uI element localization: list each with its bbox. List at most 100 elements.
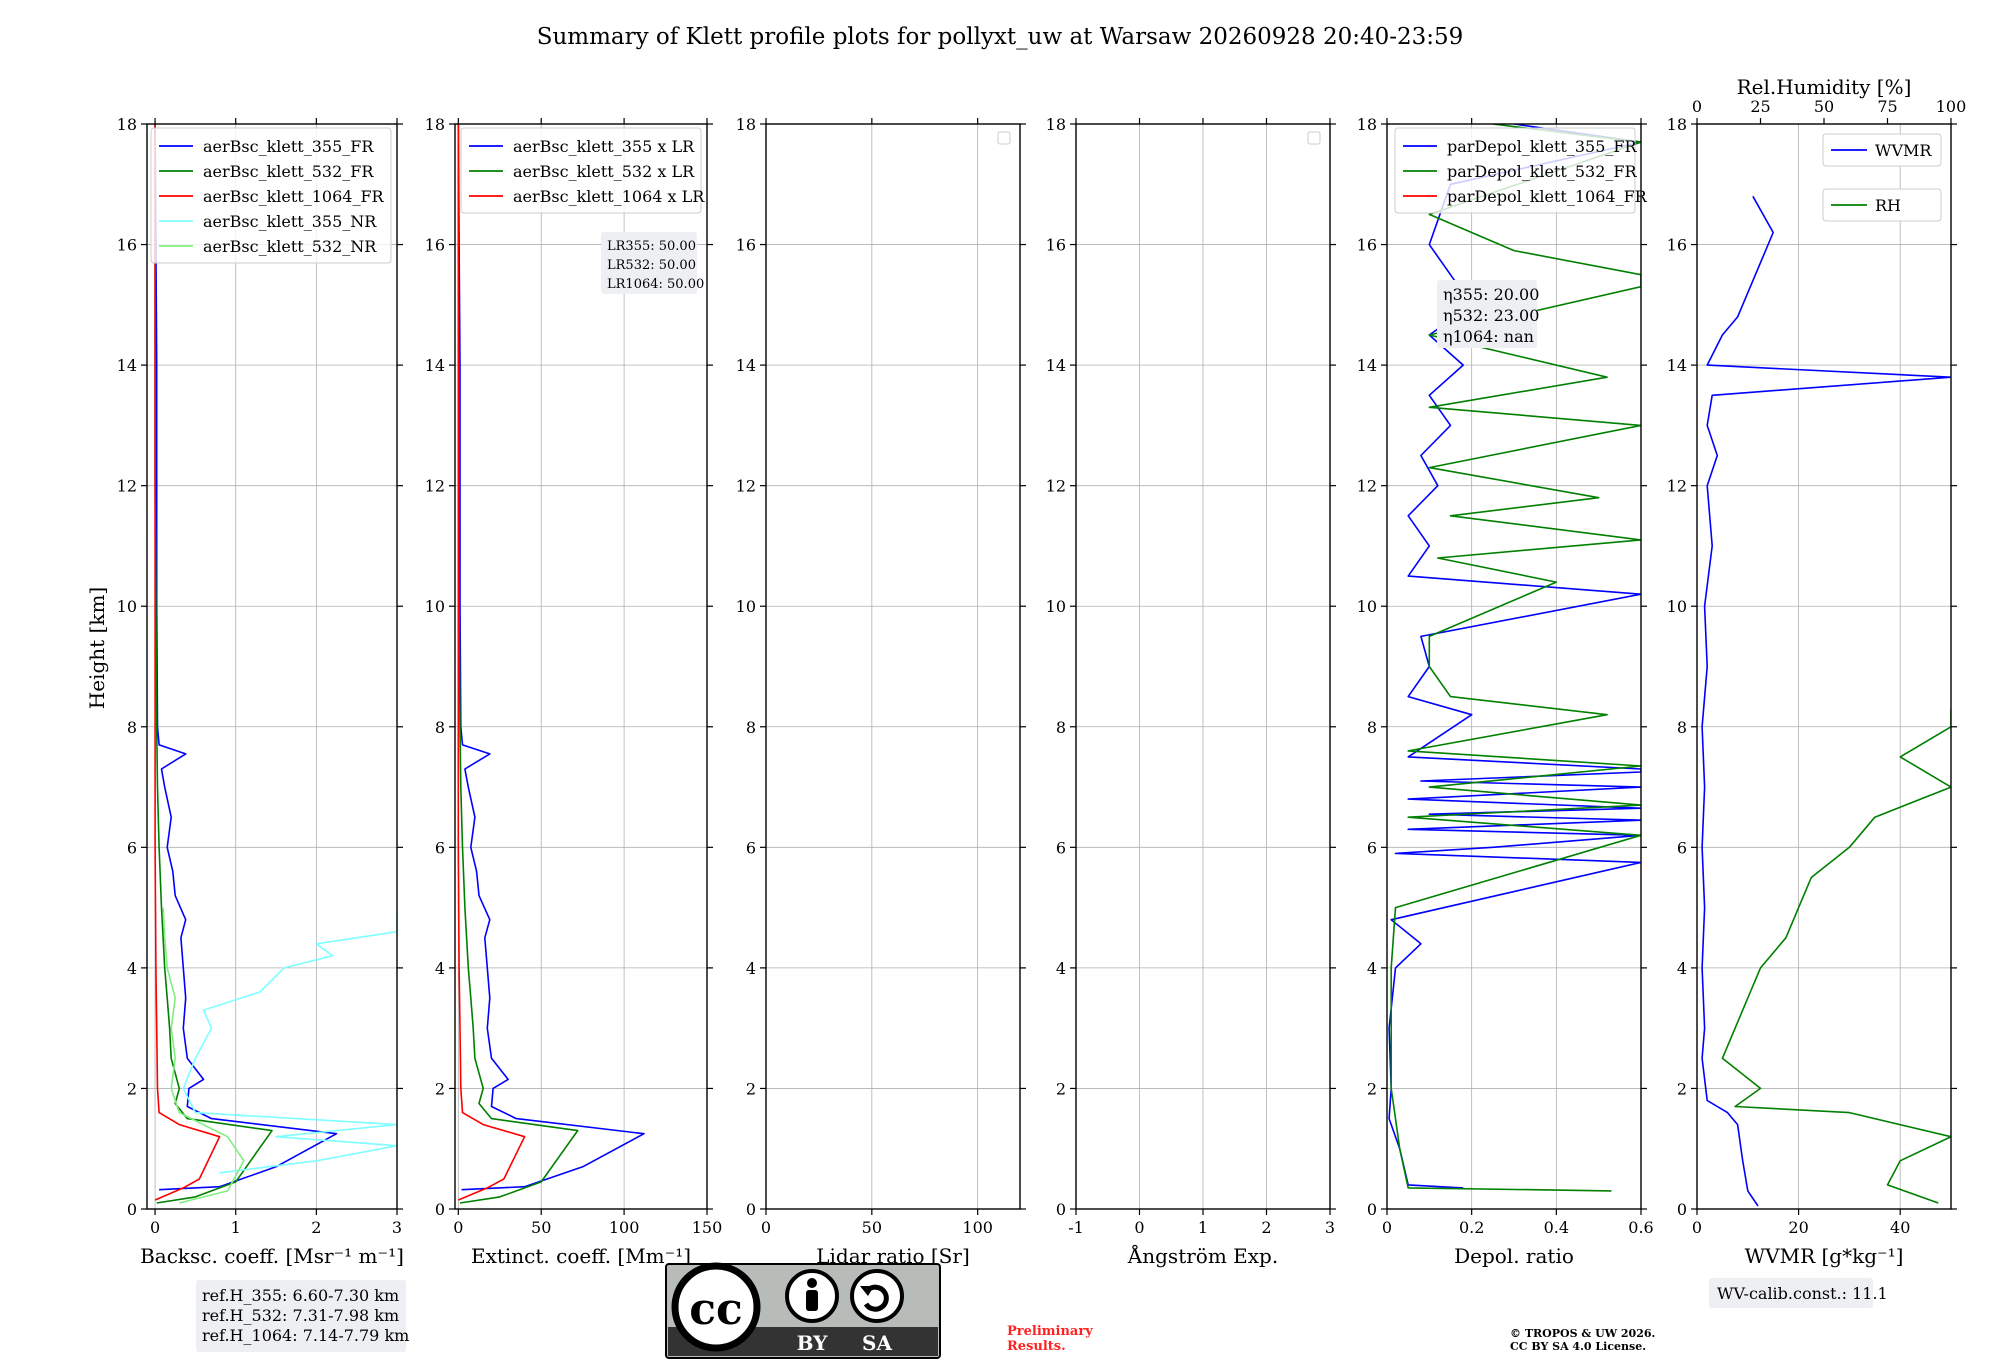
y-tick-label: 4 xyxy=(127,959,137,978)
series-line-RH xyxy=(1721,708,1951,1204)
lidar-ratio-info: LR355: 50.00 LR532: 50.00 LR1064: 50.00 xyxy=(601,232,704,294)
grid-wvmr: 0 2 4 6 8 10 12 14 16 18 0 20 40 0 25 50 75 100 Rel.Humidi… xyxy=(1667,75,1967,1237)
x-axis-label-backscatter: Backsc. coeff. [Msr⁻¹ m⁻¹] xyxy=(140,1244,404,1268)
ref-height-532: ref.H_532: 7.31-7.98 km xyxy=(202,1306,399,1325)
legend-label: aerBsc_klett_355 x LR xyxy=(513,137,695,156)
by-icon-head xyxy=(807,1278,817,1288)
by-icon-body xyxy=(806,1290,818,1311)
y-tick-label: 16 xyxy=(1357,236,1377,255)
series-line-aerBsc_klett_532 x LR xyxy=(457,124,579,1204)
y-tick-label: 0 xyxy=(746,1200,756,1219)
y-tick-label: 6 xyxy=(1677,838,1687,857)
y-tick-label: 0 xyxy=(127,1200,137,1219)
y-tick-label: 14 xyxy=(1357,356,1377,375)
ref-height-1064: ref.H_1064: 7.14-7.79 km xyxy=(202,1326,409,1345)
y-tick-label: 18 xyxy=(117,115,137,134)
cc-text: cc xyxy=(689,1284,743,1335)
legend-label: parDepol_klett_355_FR xyxy=(1447,137,1638,156)
legend-depol: parDepol_klett_355_FR parDepol_klett_532_… xyxy=(1394,127,1648,214)
legend-extinction: aerBsc_klett_355 x LR aerBsc_klett_532 x … xyxy=(460,127,705,214)
grid-angstrom: 024681012141618-1 0 1 2 3 xyxy=(1046,115,1336,1237)
y-tick-label: 10 xyxy=(117,597,137,616)
x-tick-label: 40 xyxy=(1890,1218,1910,1237)
x-axis-label-extinction: Extinct. coeff. [Mm⁻¹] xyxy=(471,1244,691,1268)
series-line-aerBsc_klett_1064_FR xyxy=(154,124,221,1201)
y-tick-label: 6 xyxy=(1367,838,1377,857)
y-tick-label: 2 xyxy=(1056,1079,1066,1098)
by-label: BY xyxy=(797,1331,829,1355)
y-tick-label: 0 xyxy=(1367,1200,1377,1219)
x-tick-label: 0 xyxy=(1692,1218,1702,1237)
panel-depol: 0 2 4 6 8 10 12 14 16 18 0 0.2 0.4 0.6 Depol. ratio par… xyxy=(1357,115,1654,1268)
series-line-aerBsc_klett_355_FR xyxy=(154,124,338,1191)
x-axis-label-depol: Depol. ratio xyxy=(1454,1244,1574,1268)
x-tick-label: 2 xyxy=(311,1218,321,1237)
legend-backscatter: aerBsc_klett_355_FR aerBsc_klett_532_FRae… xyxy=(150,127,392,264)
axes-frame-backscatter xyxy=(146,123,398,1210)
y-tick-label: 12 xyxy=(1667,477,1687,496)
y-tick-label: 12 xyxy=(117,477,137,496)
y-tick-label: 18 xyxy=(425,115,445,134)
y-tick-label: 4 xyxy=(1056,959,1066,978)
y-tick-label: 10 xyxy=(425,597,445,616)
y-tick-label: 12 xyxy=(736,477,756,496)
y-tick-label: 18 xyxy=(1667,115,1687,134)
y-tick-label: 18 xyxy=(1046,115,1066,134)
x-tick-label: 50 xyxy=(862,1218,882,1237)
empty-legend-box xyxy=(1307,131,1321,145)
y-tick-label: 16 xyxy=(117,236,137,255)
x-tick-label: 0 xyxy=(453,1218,463,1237)
preliminary-line-1: Preliminary xyxy=(1007,1324,1093,1339)
y-tick-label: 4 xyxy=(746,959,756,978)
x-tick-label: 3 xyxy=(392,1218,402,1237)
y-tick-label: 14 xyxy=(736,356,756,375)
y-tick-label: 12 xyxy=(425,477,445,496)
y-tick-label: 6 xyxy=(746,838,756,857)
y-tick-label: 14 xyxy=(117,356,137,375)
y-tick-label: 16 xyxy=(1667,236,1687,255)
ref-heights-box: ref.H_355: 6.60-7.30 km ref.H_532: 7.31-… xyxy=(196,1280,409,1352)
x-tick-label: 1 xyxy=(1198,1218,1208,1237)
y-tick-label: 0 xyxy=(1677,1200,1687,1219)
info-line: η532: 23.00 xyxy=(1443,306,1539,325)
y-tick-label: 8 xyxy=(127,718,137,737)
series-line-aerBsc_klett_532_NR xyxy=(162,907,245,1204)
legend-label: parDepol_klett_1064_FR xyxy=(1447,187,1648,206)
x-tick-label: 0.6 xyxy=(1628,1218,1653,1237)
x-tick-label: -1 xyxy=(1068,1218,1084,1237)
legend-label: aerBsc_klett_532_FR xyxy=(203,162,374,181)
series-line-aerBsc_klett_355_NR xyxy=(182,913,397,1174)
series-backscatter xyxy=(154,124,397,1204)
grid-backscatter: 0246810121416180 1 2 3 xyxy=(117,115,403,1237)
y-tick-label: 10 xyxy=(1046,597,1066,616)
cc-by-sa-logo: cc BY SA xyxy=(665,1262,941,1359)
y-tick-label: 10 xyxy=(736,597,756,616)
y-tick-label: 8 xyxy=(1367,718,1377,737)
legend-label: aerBsc_klett_532 x LR xyxy=(513,162,695,181)
x2-tick-label: 0 xyxy=(1692,97,1702,116)
legend-label: aerBsc_klett_355_FR xyxy=(203,137,374,156)
y-tick-label: 4 xyxy=(435,959,445,978)
x-tick-label: 100 xyxy=(962,1218,993,1237)
x-tick-label: 50 xyxy=(531,1218,551,1237)
x-tick-label: 0.2 xyxy=(1459,1218,1484,1237)
x-axis-label-wvmr: WVMR [g*kg⁻¹] xyxy=(1745,1244,1904,1268)
x-tick-label: 0.4 xyxy=(1544,1218,1569,1237)
panel-angstrom: 024681012141618-1 0 1 2 3Ångström Exp. xyxy=(1046,115,1336,1268)
panel-backscatter: 0246810121416180 1 2 3Backsc. coeff. [Msr⁻¹… xyxy=(117,115,404,1268)
info-line: LR1064: 50.00 xyxy=(607,277,704,292)
legend-label: WVMR xyxy=(1875,141,1932,160)
copyright-line-2: CC BY SA 4.0 License. xyxy=(1510,1340,1646,1353)
y-tick-label: 8 xyxy=(1056,718,1066,737)
x2-tick-label: 75 xyxy=(1877,97,1897,116)
x-tick-label: 20 xyxy=(1788,1218,1808,1237)
panel-wvmr: 0 2 4 6 8 10 12 14 16 18 0 20 40 0 25 50 75 100 Rel.Humidi… xyxy=(1667,75,1967,1308)
x-tick-label: 3 xyxy=(1325,1218,1335,1237)
y-tick-label: 14 xyxy=(1667,356,1687,375)
y-axis-label: Height [km] xyxy=(85,587,109,709)
y-tick-label: 0 xyxy=(1056,1200,1066,1219)
y-tick-label: 2 xyxy=(1677,1079,1687,1098)
y-tick-label: 0 xyxy=(435,1200,445,1219)
copyright-line-1: © TROPOS & UW 2026. xyxy=(1510,1327,1655,1340)
axes-frame-lidar-ratio xyxy=(765,123,1021,1210)
